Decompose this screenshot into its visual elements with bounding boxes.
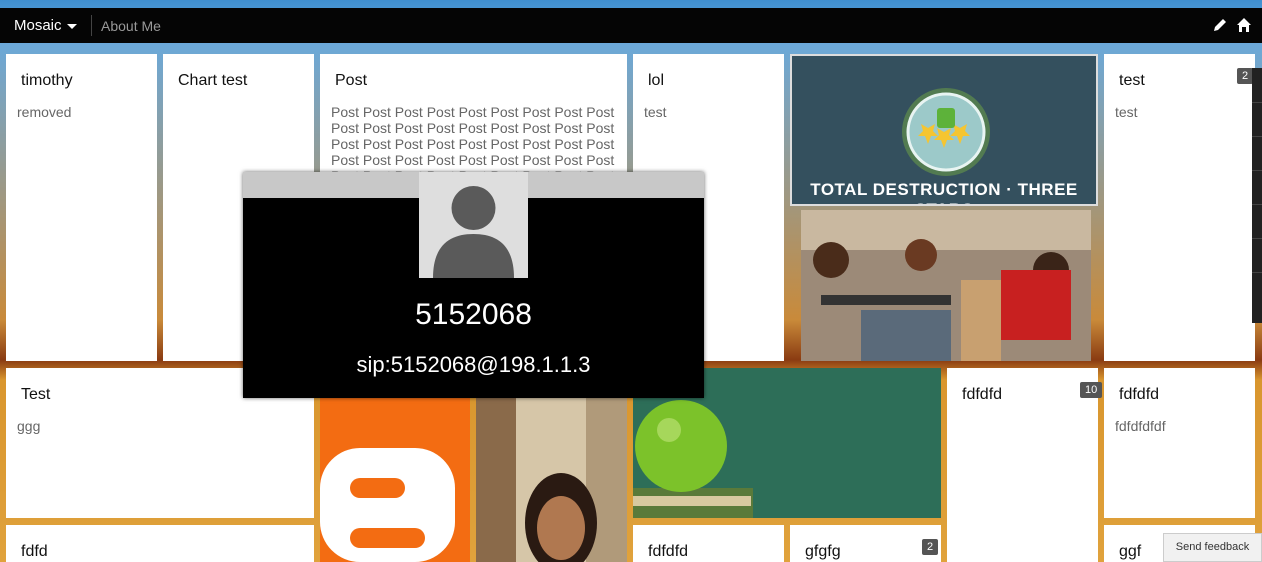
tile-gfgfg[interactable]: gfgfg [790,525,941,562]
about-me-link[interactable]: About Me [101,18,161,34]
scrollbar-divider [1252,136,1262,137]
tile-test[interactable]: test test [1104,54,1255,361]
caller-sip-address: sip:5152068@198.1.1.3 [356,352,591,377]
tile-title: fdfd [21,543,48,560]
tile-body: removed [17,104,72,120]
tile-body: test [644,104,667,120]
portrait-photo-image [476,398,627,562]
tile-body: fdfdfdfdf [1115,418,1166,434]
scrollbar-divider [1252,170,1262,171]
nav-divider [91,15,92,36]
tile-post[interactable]: Post Post Post Post Post Post Post Post … [320,54,627,175]
tile-title: test [1119,72,1145,89]
tile-portrait-photo[interactable] [476,398,627,562]
avatar [419,172,528,278]
tile-fdfdfd-1[interactable]: fdfdfd [947,368,1098,562]
tile-body: Post Post Post Post Post Post Post Post … [331,104,615,175]
tile-title: Test [21,386,51,403]
pencil-icon[interactable] [1212,17,1228,33]
tile-game-banner-image[interactable]: TOTAL DESTRUCTION · THREE STARS [790,54,1098,206]
brand-dropdown[interactable]: Mosaic [14,17,77,34]
comment-count-badge: 2 [1237,68,1254,84]
scrollbar-divider [1252,102,1262,103]
tile-fdfd[interactable]: fdfd [6,525,314,562]
tile-title: lol [648,72,665,89]
tile-title: Post [335,72,368,89]
caller-popup[interactable]: 5152068 sip:5152068@198.1.1.3 [243,172,704,398]
tile-title: timothy [21,72,73,89]
tile-fdfdfd-2[interactable]: fdfdfd fdfdfdfdf [1104,368,1255,518]
tile-title: gfgfg [805,543,841,560]
person-icon [419,172,528,278]
scrollbar-divider [1252,204,1262,205]
comment-count-badge: 10 [1080,382,1103,398]
side-scrollbar[interactable] [1252,68,1262,323]
tile-body: ggg [17,418,41,434]
tile-body: test [1115,104,1138,120]
tile-title: fdfdfd [1119,386,1160,403]
tile-timothy[interactable]: timothy removed [6,54,157,361]
send-feedback-button[interactable]: Send feedback [1163,533,1262,562]
tile-title: fdfdfd [962,386,1003,403]
game-banner-caption: TOTAL DESTRUCTION · THREE STARS [810,180,1078,204]
chevron-down-icon [66,23,77,29]
scrollbar-divider [1252,272,1262,273]
tile-comic-image[interactable] [801,210,1091,361]
top-navbar: Mosaic About Me [0,8,1262,43]
tile-title: ggf [1119,543,1142,560]
scrollbar-divider [1252,238,1262,239]
home-icon[interactable] [1236,17,1252,33]
caller-number: 5152068 [415,298,532,331]
tile-title: fdfdfd [648,543,689,560]
tile-title: Chart test [178,72,248,89]
brand-label: Mosaic [14,17,62,34]
blogger-logo-image [320,398,470,562]
comic-illustration-image [801,210,1091,361]
tile-fdfdfd-3[interactable]: fdfdfd [633,525,784,562]
comment-count-badge: 2 [922,539,939,555]
tile-blogger-logo[interactable] [320,398,470,562]
